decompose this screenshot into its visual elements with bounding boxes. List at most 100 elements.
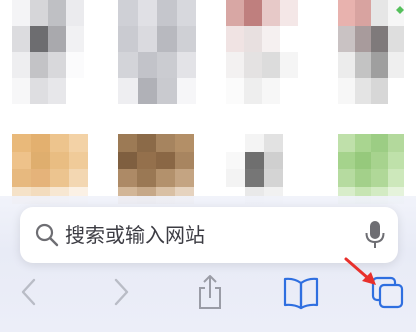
mosaic-cell bbox=[50, 134, 69, 152]
mosaic-cell bbox=[157, 0, 177, 26]
bookmarks-button[interactable] bbox=[282, 272, 320, 312]
mosaic-cell bbox=[175, 134, 194, 152]
mosaic-cell bbox=[264, 134, 283, 152]
back-button[interactable] bbox=[16, 272, 42, 312]
mosaic-cell bbox=[371, 169, 388, 187]
mosaic-cell bbox=[354, 26, 371, 52]
search-input[interactable]: 搜索或输入网站 bbox=[65, 222, 205, 248]
mosaic-cell bbox=[245, 169, 264, 187]
mosaic-cell bbox=[354, 151, 371, 169]
mosaic-cell bbox=[12, 134, 31, 152]
mosaic-cell bbox=[244, 78, 262, 104]
mosaic-cell bbox=[156, 151, 175, 169]
mosaic-cell bbox=[280, 52, 298, 78]
mosaic-cell bbox=[137, 0, 157, 26]
mosaic-cell bbox=[118, 134, 137, 152]
mosaic-cell bbox=[387, 78, 404, 104]
mosaic-cell bbox=[338, 151, 355, 169]
mosaic-cell bbox=[156, 134, 175, 152]
mosaic-cell bbox=[354, 169, 371, 187]
mosaic-cell bbox=[283, 169, 302, 187]
mosaic-cell bbox=[245, 134, 264, 152]
mosaic-cell bbox=[354, 52, 371, 78]
mosaic-cell bbox=[48, 0, 66, 26]
mosaic-cell bbox=[338, 134, 355, 152]
mosaic-cell bbox=[387, 26, 404, 52]
mosaic-cell bbox=[371, 0, 388, 26]
mosaic-cell bbox=[338, 78, 355, 104]
mosaic-cell bbox=[12, 78, 30, 104]
mosaic-cell bbox=[338, 169, 355, 187]
mosaic-cell bbox=[244, 26, 262, 52]
annotation-arrow-icon bbox=[344, 257, 376, 285]
mosaic-cell bbox=[280, 26, 298, 52]
mosaic-cell bbox=[137, 26, 157, 52]
mosaic-cell bbox=[12, 169, 31, 187]
mosaic-cell bbox=[66, 26, 84, 52]
mosaic-cell bbox=[118, 169, 137, 187]
mosaic-cell bbox=[50, 169, 69, 187]
mosaic-cell bbox=[48, 52, 66, 78]
mosaic-cell bbox=[354, 78, 371, 104]
favorites-grid bbox=[0, 0, 416, 210]
mosaic-cell bbox=[226, 26, 244, 52]
mosaic-cell bbox=[226, 134, 245, 152]
mosaic-cell bbox=[69, 169, 88, 187]
mosaic-cell bbox=[262, 78, 280, 104]
mosaic-cell bbox=[48, 26, 66, 52]
mosaic-cell bbox=[31, 134, 50, 152]
mosaic-cell bbox=[338, 0, 355, 26]
mosaic-cell bbox=[244, 0, 262, 26]
mosaic-cell bbox=[157, 52, 177, 78]
mosaic-cell bbox=[387, 151, 404, 169]
mosaic-cell bbox=[157, 26, 177, 52]
favorite-tile-5[interactable] bbox=[12, 134, 88, 204]
microphone-icon[interactable] bbox=[364, 219, 386, 251]
mosaic-cell bbox=[12, 52, 30, 78]
mosaic-cell bbox=[69, 151, 88, 169]
mosaic-cell bbox=[283, 134, 302, 152]
favorite-tile-3[interactable] bbox=[226, 0, 298, 104]
mosaic-cell bbox=[137, 134, 156, 152]
share-button[interactable] bbox=[195, 272, 225, 312]
mosaic-cell bbox=[30, 26, 48, 52]
search-icon bbox=[35, 223, 59, 247]
mosaic-cell bbox=[118, 26, 138, 52]
mosaic-cell bbox=[371, 78, 388, 104]
favorite-tile-1[interactable] bbox=[12, 0, 84, 104]
mosaic-cell bbox=[31, 151, 50, 169]
badge-icon bbox=[396, 6, 404, 14]
mosaic-cell bbox=[137, 151, 156, 169]
mosaic-cell bbox=[338, 52, 355, 78]
back-icon bbox=[21, 278, 36, 306]
mosaic-cell bbox=[280, 78, 298, 104]
mosaic-cell bbox=[283, 151, 302, 169]
mosaic-cell bbox=[118, 78, 138, 104]
mosaic-cell bbox=[371, 26, 388, 52]
mosaic-cell bbox=[175, 169, 194, 187]
mosaic-cell bbox=[226, 151, 245, 169]
mosaic-cell bbox=[118, 52, 138, 78]
bookmarks-icon bbox=[283, 277, 319, 310]
mosaic-cell bbox=[371, 134, 388, 152]
mosaic-cell bbox=[226, 169, 245, 187]
mosaic-cell bbox=[280, 0, 298, 26]
favorite-tile-7[interactable] bbox=[226, 134, 302, 204]
mosaic-cell bbox=[354, 0, 371, 26]
mosaic-cell bbox=[12, 151, 31, 169]
favorite-tile-6[interactable] bbox=[118, 134, 194, 204]
share-icon bbox=[199, 275, 221, 309]
favorite-tile-2[interactable] bbox=[118, 0, 196, 104]
forward-button[interactable] bbox=[108, 272, 134, 312]
mosaic-cell bbox=[262, 0, 280, 26]
mosaic-cell bbox=[387, 134, 404, 152]
mosaic-cell bbox=[50, 151, 69, 169]
forward-icon bbox=[114, 278, 129, 306]
mosaic-cell bbox=[156, 169, 175, 187]
mosaic-cell bbox=[66, 78, 84, 104]
mosaic-cell bbox=[157, 78, 177, 104]
mosaic-cell bbox=[137, 78, 157, 104]
mosaic-cell bbox=[371, 52, 388, 78]
favorite-tile-8[interactable] bbox=[338, 134, 404, 204]
mosaic-cell bbox=[264, 151, 283, 169]
